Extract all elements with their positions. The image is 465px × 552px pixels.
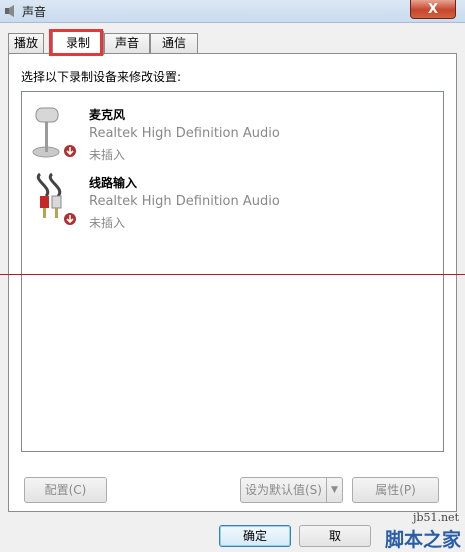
device-name: 线路输入 [89,176,138,190]
set-default-dropdown[interactable]: ▼ [326,477,343,503]
device-driver: Realtek High Definition Audio [89,194,280,209]
title-bar: 声音 X [0,0,465,23]
recording-panel: 选择以下录制设备来修改设置: 麦克风 Realtek High Definiti… [8,53,457,512]
annotation-line [0,274,465,275]
set-default-button[interactable]: 设为默认值(S) [240,477,327,503]
tab-highlight-box [49,29,103,56]
list-item[interactable]: 线路输入 Realtek High Definition Audio 未插入 [30,170,430,236]
watermark-url: jb51.net [413,511,459,524]
properties-button[interactable]: 属性(P) [352,477,439,503]
window-title: 声音 [22,5,47,19]
configure-button[interactable]: 配置(C) [24,477,107,503]
device-name: 麦克风 [89,108,126,122]
microphone-icon [32,107,76,158]
line-in-icon [36,172,76,225]
list-item[interactable]: 麦克风 Realtek High Definition Audio 未插入 [30,102,430,168]
close-button[interactable]: X [410,0,456,19]
watermark-name: 脚本之家 [384,529,461,551]
tab-communications[interactable]: 通信 [150,33,198,53]
watermark: jb51.net 脚本之家 [372,507,465,552]
device-status: 未插入 [89,216,126,230]
tab-playback[interactable]: 播放 [8,33,44,53]
cancel-button[interactable]: 取 [299,525,371,547]
device-driver: Realtek High Definition Audio [89,126,280,141]
ok-button[interactable]: 确定 [219,525,291,547]
tab-sounds[interactable]: 声音 [104,33,150,53]
device-list: 麦克风 Realtek High Definition Audio 未插入 线路… [21,91,444,452]
instruction-text: 选择以下录制设备来修改设置: [21,70,182,84]
chevron-down-icon: ▼ [331,485,338,495]
close-icon: X [427,1,439,17]
speaker-icon [5,5,14,17]
device-status: 未插入 [89,148,126,162]
